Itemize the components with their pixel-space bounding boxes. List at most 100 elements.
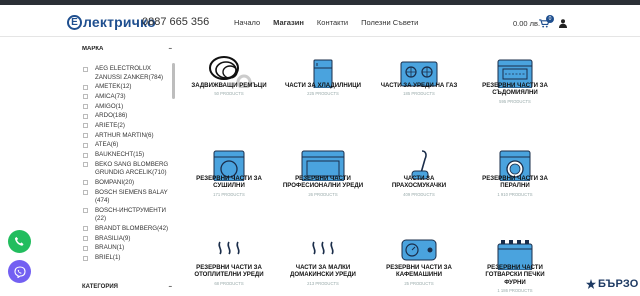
checkbox[interactable] [83,208,88,214]
brand-label: BAUKNECHT(15) [95,151,145,158]
category-card[interactable]: РЕЗЕРВНИ ЧАСТИ ЗА ПЕРАЛНИ 1 910 PRODUCTS [474,145,556,207]
checkbox[interactable] [83,94,88,100]
brand-label: AMICA(73) [95,92,126,100]
brand-filter-item[interactable]: BRIEL(1) [82,254,174,263]
checkbox[interactable] [83,236,88,242]
site-header: E лектричко 0887 665 356 Начало Магазин … [0,5,640,37]
brand-filter-item[interactable]: ARDO(186) [82,112,174,121]
viber-button[interactable] [8,260,31,283]
category-count: 25 PRODUCTS [404,280,434,286]
category-card[interactable]: РЕЗЕРВНИ ЧАСТИ ЗА ОТОПЛИТЕЛНИ УРЕДИ 68 PR… [188,234,270,296]
category-count: 171 PRODUCTS [213,191,245,197]
category-title: ЧАСТИ ЗА ПРАХОСМУКАЧКИ [391,175,447,190]
category-filter-title: КАТЕГОРИЯ [82,284,118,290]
category-card[interactable]: ЧАСТИ ЗА ХЛАДИЛНИЦИ 225 PRODUCTS [282,52,364,114]
brand-label: ARDO(186) [95,112,128,120]
category-card[interactable]: ЧАСТИ ЗА МАЛКИ ДОМАКИНСКИ УРЕДИ 213 PRODU… [282,234,364,296]
collapse-icon[interactable]: – [169,46,172,56]
nav-contacts[interactable]: Контакти [317,18,348,27]
brand-filter-item[interactable]: BOSCH SIEMENS BALAY (474) [82,189,174,206]
brand-label: BOMPANI(20) [95,178,135,186]
brand-filter-item[interactable]: BRAUN(1) [82,244,174,253]
cart-count-badge: 0 [546,15,554,23]
brand-filter-item[interactable]: AMICA(73) [82,93,174,102]
checkbox[interactable] [83,84,88,90]
checkbox[interactable] [83,142,88,148]
brand-filter-item[interactable]: BOMPANI(20) [82,179,174,188]
brand-filter-item[interactable]: BRANDT BLOMBERG(42) [82,225,174,234]
checkbox[interactable] [83,113,88,119]
brand-label: BRASILIA(9) [95,234,131,242]
category-card[interactable]: ЧАСТИ ЗА УРЕДИ НА ГАЗ 185 PRODUCTS [378,52,460,114]
collapse-icon[interactable]: – [169,284,172,290]
brand-filter-item[interactable]: BOSCH-ИНСТРУМЕНТИ (22) [82,207,174,224]
checkbox[interactable] [83,162,88,168]
category-card[interactable]: РЕЗЕРВНИ ЧАСТИ ЗА КАФЕМАШИНИ 25 PRODUCTS [378,234,460,296]
checkbox[interactable] [83,190,88,196]
brand-logo-icon [586,278,596,289]
brand-filter-item[interactable]: BAUKNECHT(15) [82,151,174,160]
category-card[interactable]: ЗАДВИЖВАЩИ РЕМЪЦИ 50 PRODUCTS [188,52,270,114]
brand-filter-list: AEG ELECTROLUX ZANUSSI ZANKER(784) AMETE… [82,65,174,263]
category-filter-heading[interactable]: КАТЕГОРИЯ – [82,284,172,290]
brand-filter-item[interactable]: BEKO SANG BLOMBERG GRUNDIG ARCELIK(710) [82,161,174,178]
checkbox[interactable] [83,66,88,72]
brand-label: ARTHUR MARTIN(6) [95,131,154,139]
category-title: РЕЗЕРВНИ ЧАСТИ ЗА ПЕРАЛНИ [482,175,548,190]
brand-label: AMETEK(12) [95,83,132,91]
category-count: 595 PRODUCTS [499,98,531,104]
brand-label: AMIGO(1) [95,102,124,110]
brand-filter-heading[interactable]: МАРКА – [82,46,172,56]
nav-tips[interactable]: Полезни Съвети [361,18,418,27]
checkbox[interactable] [83,152,88,158]
brand-label: BEKO SANG BLOMBERG GRUNDIG ARCELIK(710) [95,160,169,177]
category-title: РЕЗЕРВНИ ЧАСТИ ЗА СЪДОМИЯЛНИ [482,82,548,97]
user-icon[interactable] [559,19,567,28]
checkbox[interactable] [83,255,88,261]
category-title: РЕЗЕРВНИ ЧАСТИ ЗА СУШИЛНИ [196,175,262,190]
main-nav: Начало Магазин Контакти Полезни Съвети [234,18,431,27]
brand-filter-title: МАРКА [82,46,104,52]
category-title: РЕЗЕРВНИ ЧАСТИ ЗА ОТОПЛИТЕЛНИ УРЕДИ [194,264,264,279]
checkbox[interactable] [83,245,88,251]
category-card[interactable]: ЧАСТИ ЗА ПРАХОСМУКАЧКИ 409 PRODUCTS [378,145,460,207]
brand-label: BOSCH-ИНСТРУМЕНТИ (22) [95,206,166,223]
header-phone[interactable]: 0887 665 356 [142,16,209,28]
viber-icon [13,265,26,278]
brand-filter-item[interactable]: AMETEK(12) [82,83,174,92]
category-count: 213 PRODUCTS [307,280,339,286]
brand-filter-item[interactable]: ATEA(6) [82,141,174,150]
category-count: 409 PRODUCTS [403,191,435,197]
cart-total[interactable]: 0.00 лв. [513,19,540,28]
category-count: 185 PRODUCTS [403,91,435,97]
brand-filter-item[interactable]: AEG ELECTROLUX ZANUSSI ZANKER(784) [82,65,174,82]
filter-sidebar: МАРКА – AEG ELECTROLUX ZANUSSI ZANKER(78… [82,46,174,295]
nav-shop[interactable]: Магазин [273,18,304,27]
brand-filter-item[interactable]: ARTHUR MARTIN(6) [82,132,174,141]
category-count: 68 PRODUCTS [214,280,244,286]
category-title: ЧАСТИ ЗА ХЛАДИЛНИЦИ [284,82,362,89]
brand-label: BRAUN(1) [95,244,125,252]
category-card[interactable]: РЕЗЕРВНИ ЧАСТИ ЗА СУШИЛНИ 171 PRODUCTS [188,145,270,207]
category-card[interactable]: РЕЗЕРВНИ ЧАСТИ ГОТВАРСКИ ПЕЧКИ ФУРНИ 1 18… [474,234,556,296]
checkbox[interactable] [83,123,88,129]
brand-filter-item[interactable]: BRASILIA(9) [82,235,174,244]
brand-label: BOSCH SIEMENS BALAY (474) [95,188,168,205]
category-card[interactable]: РЕЗЕРВНИ ЧАСТИ ПРОФЕСИОНАЛНИ УРЕДИ 26 PRO… [282,145,364,207]
brand-filter-item[interactable]: ARIETE(2) [82,122,174,131]
checkbox[interactable] [83,180,88,186]
brand-list-scrollbar[interactable] [172,63,175,99]
brand-label: BRANDT BLOMBERG(42) [95,224,169,232]
category-card[interactable]: РЕЗЕРВНИ ЧАСТИ ЗА СЪДОМИЯЛНИ 595 PRODUCTS [474,52,556,114]
brand-filter-item[interactable]: AMIGO(1) [82,103,174,112]
category-count: 225 PRODUCTS [307,91,339,97]
phone-icon [14,236,24,246]
nav-home[interactable]: Начало [234,18,260,27]
checkbox[interactable] [83,104,88,110]
checkbox[interactable] [83,133,88,139]
call-button[interactable] [8,230,31,253]
category-count: 50 PRODUCTS [214,91,244,97]
checkbox[interactable] [83,226,88,232]
brand-badge[interactable]: БЪРЗО [586,272,640,295]
category-count: 26 PRODUCTS [308,191,338,197]
